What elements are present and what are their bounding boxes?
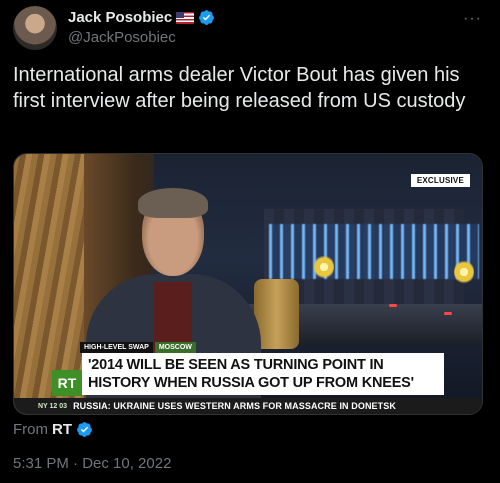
author-name[interactable]: Jack Posobiec xyxy=(68,9,172,26)
tweet-timestamp[interactable]: 5:31 PM · Dec 10, 2022 xyxy=(13,455,171,472)
exclusive-badge: EXCLUSIVE xyxy=(410,174,470,187)
media-attribution[interactable]: From RT xyxy=(13,421,93,438)
tweet-text: International arms dealer Victor Bout ha… xyxy=(13,64,466,112)
chyron-headline: '2014 WILL BE SEEN AS TURNING POINT IN H… xyxy=(82,353,444,395)
man-hair xyxy=(138,188,208,218)
tweet-media-image[interactable]: EXCLUSIVE HIGH-LEVEL SWAP MOSCOW RT '201… xyxy=(13,153,483,415)
author-avatar[interactable] xyxy=(13,6,57,50)
verified-badge-icon xyxy=(77,422,92,437)
holiday-lights xyxy=(269,224,479,279)
ticker-text: RUSSIA: UKRAINE USES WESTERN ARMS FOR MA… xyxy=(73,401,396,411)
author-name-row[interactable]: Jack Posobiec xyxy=(68,9,215,26)
us-flag-icon xyxy=(176,11,195,24)
more-options-icon[interactable]: ··· xyxy=(463,10,482,28)
attribution-source[interactable]: RT xyxy=(52,421,72,438)
chyron-tag-location: MOSCOW xyxy=(154,342,196,353)
author-handle[interactable]: @JackPosobiec xyxy=(68,29,176,46)
headline-line-1: '2014 WILL BE SEEN AS TURNING POINT IN xyxy=(88,357,384,373)
verified-badge-icon xyxy=(199,10,215,25)
headline-line-2: HISTORY WHEN RUSSIA GOT UP FROM KNEES' xyxy=(88,375,414,391)
chyron-tags: HIGH-LEVEL SWAP MOSCOW xyxy=(80,342,196,353)
light-decoration xyxy=(454,259,474,285)
ticker-clock: NY 12 03 xyxy=(38,402,68,410)
car-light xyxy=(389,304,397,307)
light-decoration xyxy=(314,254,334,280)
car-light xyxy=(444,312,452,315)
news-ticker: NY 12 03 RUSSIA: UKRAINE USES WESTERN AR… xyxy=(14,398,482,414)
attribution-prefix: From xyxy=(13,421,48,438)
rt-logo-icon: RT xyxy=(52,370,82,396)
chyron-tag-topic: HIGH-LEVEL SWAP xyxy=(80,342,153,353)
